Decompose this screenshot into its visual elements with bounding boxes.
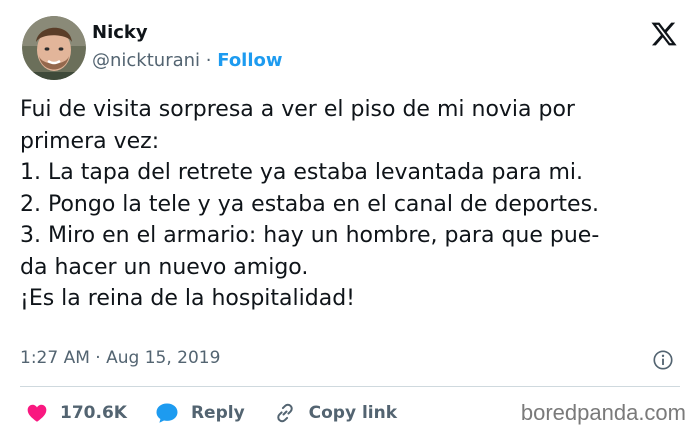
x-logo-icon[interactable] [650,20,678,48]
tweet-line: da hacer un nuevo amigo. [20,254,309,280]
author-handle[interactable]: @nickturani [92,50,200,71]
tweet-line: 2. Pongo la tele y ya estaba en el canal… [20,191,600,217]
heart-icon [27,404,47,422]
tweet-line: primera vez: [20,128,160,154]
likes-count: 170.6K [60,403,127,423]
watermark: boredpanda.com [520,400,686,425]
tweet-line: 3. Miro en el armario: hay un hombre, pa… [20,223,600,248]
author-handle-row: @nickturani · Follow [92,50,283,71]
reply-bubble-icon [156,403,178,423]
copy-link-button[interactable]: Copy link [273,401,397,425]
avatar[interactable] [22,16,86,80]
tweet-line: Fui de visita sorpresa a ver el piso de … [20,97,575,122]
reply-button[interactable]: Reply [155,402,245,424]
tweet-time: 1:27 AM [20,348,90,368]
tweet-card: Nicky @nickturani · Follow Fui de visita… [0,0,700,440]
tweet-text: Fui de visita sorpresa a ver el piso de … [20,94,680,315]
tweet-timestamp[interactable]: 1:27 AM · Aug 15, 2019 [20,348,220,368]
divider [20,386,680,387]
reply-label: Reply [190,403,245,423]
action-bar: 170.6K Reply Copy link [26,400,425,426]
tweet-line: ¡Es la reina de la hospitalidad! [20,286,355,311]
tweet-line: 1. La tapa del retrete ya estaba levanta… [20,160,584,185]
link-icon [276,403,293,423]
like-button[interactable]: 170.6K [26,402,127,424]
handle-separator: · [205,50,212,71]
follow-button[interactable]: Follow [217,50,282,71]
author-name[interactable]: Nicky [92,22,148,43]
info-icon[interactable] [652,349,674,371]
meta-separator: · [95,348,101,368]
avatar-image [22,16,86,80]
copy-link-label: Copy link [308,403,398,423]
tweet-date: Aug 15, 2019 [106,348,221,368]
